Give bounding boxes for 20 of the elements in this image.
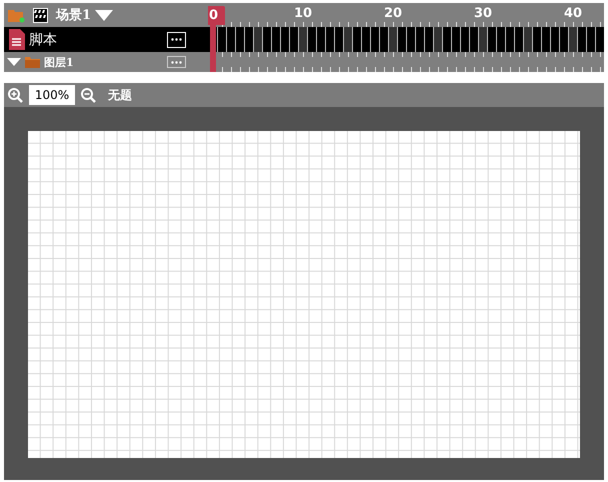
frame-number: 40 (564, 6, 582, 21)
more-icon (171, 60, 182, 64)
layer-name[interactable]: 脚本 (29, 30, 57, 48)
layer-name[interactable]: 图层1 (44, 54, 74, 70)
frame-number: 20 (384, 6, 402, 21)
scene-name[interactable]: 场景1 (56, 6, 92, 24)
folder-icon (25, 56, 40, 68)
zoom-field[interactable]: 100% (29, 85, 75, 105)
expanded-icon[interactable] (7, 57, 21, 67)
document-title: 无题 (108, 86, 132, 104)
zoom-in-icon[interactable] (8, 88, 23, 102)
clapperboard-icon (33, 8, 48, 22)
frame-number: 30 (474, 6, 492, 21)
document-icon (9, 29, 25, 50)
folder-icon[interactable] (8, 8, 25, 22)
dropdown-caret-icon[interactable] (95, 10, 114, 20)
playhead-marker[interactable]: 0 (208, 6, 225, 25)
more-icon (171, 38, 182, 41)
zoom-out-icon[interactable] (81, 88, 96, 102)
frame-number: 10 (294, 6, 312, 21)
